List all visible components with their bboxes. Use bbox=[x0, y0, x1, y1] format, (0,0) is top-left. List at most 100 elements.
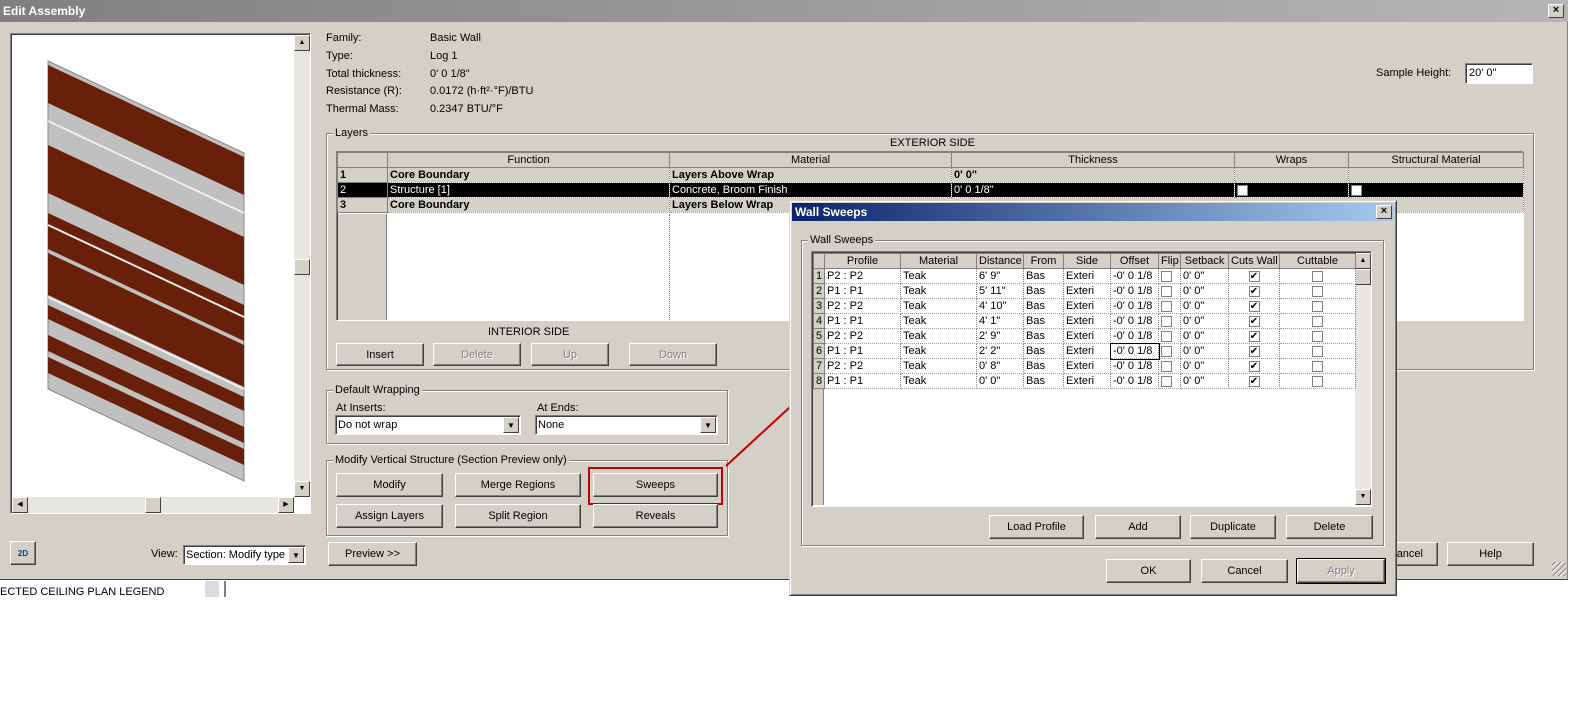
checkbox-checked[interactable]: ✔ bbox=[1248, 375, 1260, 387]
checkbox-unchecked[interactable] bbox=[1237, 184, 1248, 196]
sweep-row[interactable]: 5 P2 : P2 Teak 2' 9" Bas Exteri -0' 0 1/8 0' 0"… bbox=[813, 328, 1356, 344]
sweeps-cancel-button[interactable]: Cancel bbox=[1201, 559, 1288, 583]
sweep-material[interactable]: Teak bbox=[900, 268, 977, 284]
sweep-flip[interactable] bbox=[1158, 313, 1181, 329]
sweep-from[interactable]: Bas bbox=[1023, 358, 1064, 374]
sweep-offset[interactable]: -0' 0 1/8 bbox=[1110, 328, 1159, 344]
sweep-row[interactable]: 3 P2 : P2 Teak 4' 10" Bas Exteri -0' 0 1/8 0' 0… bbox=[813, 298, 1356, 314]
checkbox-unchecked[interactable] bbox=[1161, 330, 1172, 342]
sweep-material[interactable]: Teak bbox=[900, 358, 977, 374]
column-header[interactable] bbox=[337, 152, 388, 168]
layer-wraps[interactable] bbox=[1234, 182, 1349, 198]
sweep-side[interactable]: Exteri bbox=[1063, 268, 1111, 284]
column-header[interactable]: Side bbox=[1063, 253, 1111, 269]
sweep-side[interactable]: Exteri bbox=[1063, 328, 1111, 344]
sweep-cuttable[interactable] bbox=[1279, 373, 1356, 389]
checkbox-unchecked[interactable] bbox=[1312, 300, 1323, 312]
scroll-up-icon[interactable]: ▲ bbox=[294, 35, 310, 51]
preview-pane[interactable]: ▲ ▼ ◀ ▶ bbox=[10, 33, 311, 514]
sweep-cuttable[interactable] bbox=[1279, 343, 1356, 359]
sweep-cuts-wall[interactable]: ✔ bbox=[1228, 343, 1280, 359]
checkbox-unchecked[interactable] bbox=[1161, 300, 1172, 312]
checkbox-unchecked[interactable] bbox=[1312, 345, 1323, 357]
sweep-offset[interactable]: -0' 0 1/8 bbox=[1110, 373, 1159, 389]
checkbox-checked[interactable]: ✔ bbox=[1248, 345, 1260, 357]
sweep-offset[interactable]: -0' 0 1/8 bbox=[1110, 283, 1159, 299]
add-button[interactable]: Add bbox=[1095, 515, 1181, 539]
sweep-distance[interactable]: 0' 8" bbox=[976, 358, 1024, 374]
sweep-flip[interactable] bbox=[1158, 358, 1181, 374]
checkbox-checked[interactable]: ✔ bbox=[1248, 285, 1260, 297]
checkbox-checked[interactable]: ✔ bbox=[1248, 270, 1260, 282]
column-header[interactable]: Thickness bbox=[951, 152, 1235, 168]
sweep-material[interactable]: Teak bbox=[900, 298, 977, 314]
sweep-cuts-wall[interactable]: ✔ bbox=[1228, 298, 1280, 314]
column-header[interactable]: Material bbox=[669, 152, 952, 168]
scroll-down-icon[interactable]: ▼ bbox=[1355, 489, 1371, 505]
checkbox-unchecked[interactable] bbox=[1161, 375, 1172, 387]
column-header[interactable]: Material bbox=[900, 253, 977, 269]
sweep-row[interactable]: 2 P1 : P1 Teak 5' 11" Bas Exteri -0' 0 1/8 0' 0… bbox=[813, 283, 1356, 299]
sweep-side[interactable]: Exteri bbox=[1063, 373, 1111, 389]
layer-material[interactable]: Concrete, Broom Finish bbox=[669, 182, 952, 198]
layer-function[interactable]: Core Boundary bbox=[387, 167, 670, 183]
sweep-flip[interactable] bbox=[1158, 268, 1181, 284]
sweep-side[interactable]: Exteri bbox=[1063, 343, 1111, 359]
sample-height-input[interactable]: 20' 0" bbox=[1465, 63, 1533, 84]
sweep-setback[interactable]: 0' 0" bbox=[1180, 358, 1229, 374]
sweep-setback[interactable]: 0' 0" bbox=[1180, 343, 1229, 359]
sweep-profile[interactable]: P1 : P1 bbox=[824, 313, 901, 329]
dropdown-arrow-icon[interactable]: ▼ bbox=[503, 417, 519, 433]
sweep-profile[interactable]: P2 : P2 bbox=[824, 328, 901, 344]
layer-function[interactable]: Core Boundary bbox=[387, 197, 670, 213]
hscroll-thumb[interactable] bbox=[145, 497, 161, 513]
checkbox-unchecked[interactable] bbox=[1161, 345, 1172, 357]
sweep-distance[interactable]: 4' 1" bbox=[976, 313, 1024, 329]
sweep-profile[interactable]: P2 : P2 bbox=[824, 298, 901, 314]
column-header[interactable]: From bbox=[1023, 253, 1064, 269]
sweep-from[interactable]: Bas bbox=[1023, 313, 1064, 329]
checkbox-unchecked[interactable] bbox=[1312, 270, 1323, 282]
column-header[interactable]: Cuttable bbox=[1279, 253, 1356, 269]
checkbox-unchecked[interactable] bbox=[1161, 285, 1172, 297]
sweep-material[interactable]: Teak bbox=[900, 283, 977, 299]
column-header[interactable]: Profile bbox=[824, 253, 901, 269]
sweeps-delete-button[interactable]: Delete bbox=[1286, 515, 1373, 539]
column-header[interactable]: Offset bbox=[1110, 253, 1159, 269]
sweep-flip[interactable] bbox=[1158, 373, 1181, 389]
sweep-row[interactable]: 8 P1 : P1 Teak 0' 0" Bas Exteri -0' 0 1/8 0' 0"… bbox=[813, 373, 1356, 389]
scroll-thumb[interactable] bbox=[294, 259, 310, 275]
column-header[interactable]: Wraps bbox=[1234, 152, 1349, 168]
sweep-flip[interactable] bbox=[1158, 343, 1181, 359]
sweep-setback[interactable]: 0' 0" bbox=[1180, 298, 1229, 314]
scroll-down-icon[interactable]: ▼ bbox=[294, 481, 310, 497]
sweep-material[interactable]: Teak bbox=[900, 343, 977, 359]
sweep-offset[interactable]: -0' 0 1/8 bbox=[1110, 358, 1159, 374]
sweep-from[interactable]: Bas bbox=[1023, 328, 1064, 344]
layer-material[interactable]: Layers Above Wrap bbox=[669, 167, 952, 183]
delete-button[interactable]: Delete bbox=[433, 343, 521, 366]
sweep-row[interactable]: 7 P2 : P2 Teak 0' 8" Bas Exteri -0' 0 1/8 0' 0"… bbox=[813, 358, 1356, 374]
sweep-cuttable[interactable] bbox=[1279, 313, 1356, 329]
sweep-setback[interactable]: 0' 0" bbox=[1180, 283, 1229, 299]
sweep-distance[interactable]: 2' 2" bbox=[976, 343, 1024, 359]
scroll-left-icon[interactable]: ◀ bbox=[12, 497, 28, 513]
sweeps-vertical-scrollbar[interactable]: ▲ ▼ bbox=[1355, 253, 1371, 505]
sweep-side[interactable]: Exteri bbox=[1063, 283, 1111, 299]
checkbox-unchecked[interactable] bbox=[1312, 315, 1323, 327]
sweep-offset[interactable]: -0' 0 1/8 bbox=[1110, 298, 1159, 314]
sweep-cuttable[interactable] bbox=[1279, 283, 1356, 299]
column-header[interactable]: Setback bbox=[1180, 253, 1229, 269]
ok-button[interactable]: OK bbox=[1106, 559, 1191, 583]
layer-function[interactable]: Structure [1] bbox=[387, 182, 670, 198]
horizontal-scrollbar[interactable]: ◀ ▶ bbox=[12, 497, 294, 513]
column-header[interactable] bbox=[813, 253, 825, 269]
sweep-cuts-wall[interactable]: ✔ bbox=[1228, 283, 1280, 299]
checkbox-unchecked[interactable] bbox=[1312, 285, 1323, 297]
assign-layers-button[interactable]: Assign Layers bbox=[336, 504, 443, 528]
sweep-cuts-wall[interactable]: ✔ bbox=[1228, 268, 1280, 284]
duplicate-button[interactable]: Duplicate bbox=[1190, 515, 1276, 539]
sweep-from[interactable]: Bas bbox=[1023, 283, 1064, 299]
sweep-profile[interactable]: P1 : P1 bbox=[824, 283, 901, 299]
sweep-material[interactable]: Teak bbox=[900, 328, 977, 344]
